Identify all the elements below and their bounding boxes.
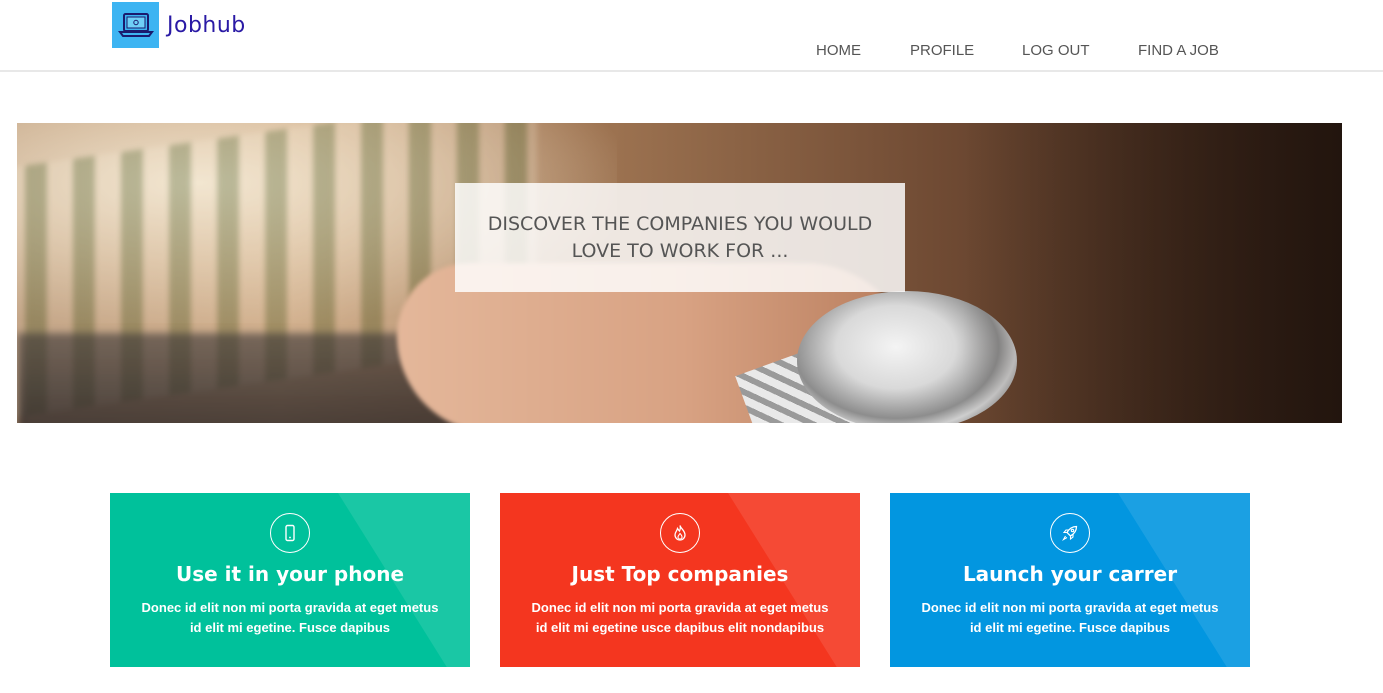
card-title: Launch your carrer xyxy=(962,562,1178,586)
nav-profile-link[interactable]: PROFILE xyxy=(910,42,974,59)
hero-banner: DISCOVER THE COMPANIES YOU WOULD LOVE TO… xyxy=(17,123,1342,423)
card-description: Donec id elit non mi porta gravida at eg… xyxy=(921,600,1219,635)
feature-card-phone: Use it in your phone Donec id elit non m… xyxy=(110,493,470,667)
hero-caption-box: DISCOVER THE COMPANIES YOU WOULD LOVE TO… xyxy=(455,183,905,292)
hero-image-shadow xyxy=(962,123,1342,423)
nav-find-job-link[interactable]: FIND A JOB xyxy=(1138,42,1219,59)
fire-icon xyxy=(660,513,700,553)
brand-name[interactable]: Jobhub xyxy=(167,13,246,38)
nav-home-link[interactable]: HOME xyxy=(816,42,861,59)
nav-logout-link[interactable]: LOG OUT xyxy=(1022,42,1090,59)
rocket-icon xyxy=(1050,513,1090,553)
main-nav: HOME PROFILE LOG OUT FIND A JOB xyxy=(0,42,1383,62)
card-title: Use it in your phone xyxy=(175,562,405,586)
hero-headline: DISCOVER THE COMPANIES YOU WOULD LOVE TO… xyxy=(487,212,873,262)
phone-icon xyxy=(270,513,310,553)
card-description: Donec id elit non mi porta gravida at eg… xyxy=(141,600,439,635)
feature-card-launch: Launch your carrer Donec id elit non mi … xyxy=(890,493,1250,667)
feature-card-top-companies: Just Top companies Donec id elit non mi … xyxy=(500,493,860,667)
card-description: Donec id elit non mi porta gravida at eg… xyxy=(531,600,829,635)
card-title: Just Top companies xyxy=(571,562,789,586)
navbar: Jobhub HOME PROFILE LOG OUT FIND A JOB xyxy=(0,0,1383,72)
